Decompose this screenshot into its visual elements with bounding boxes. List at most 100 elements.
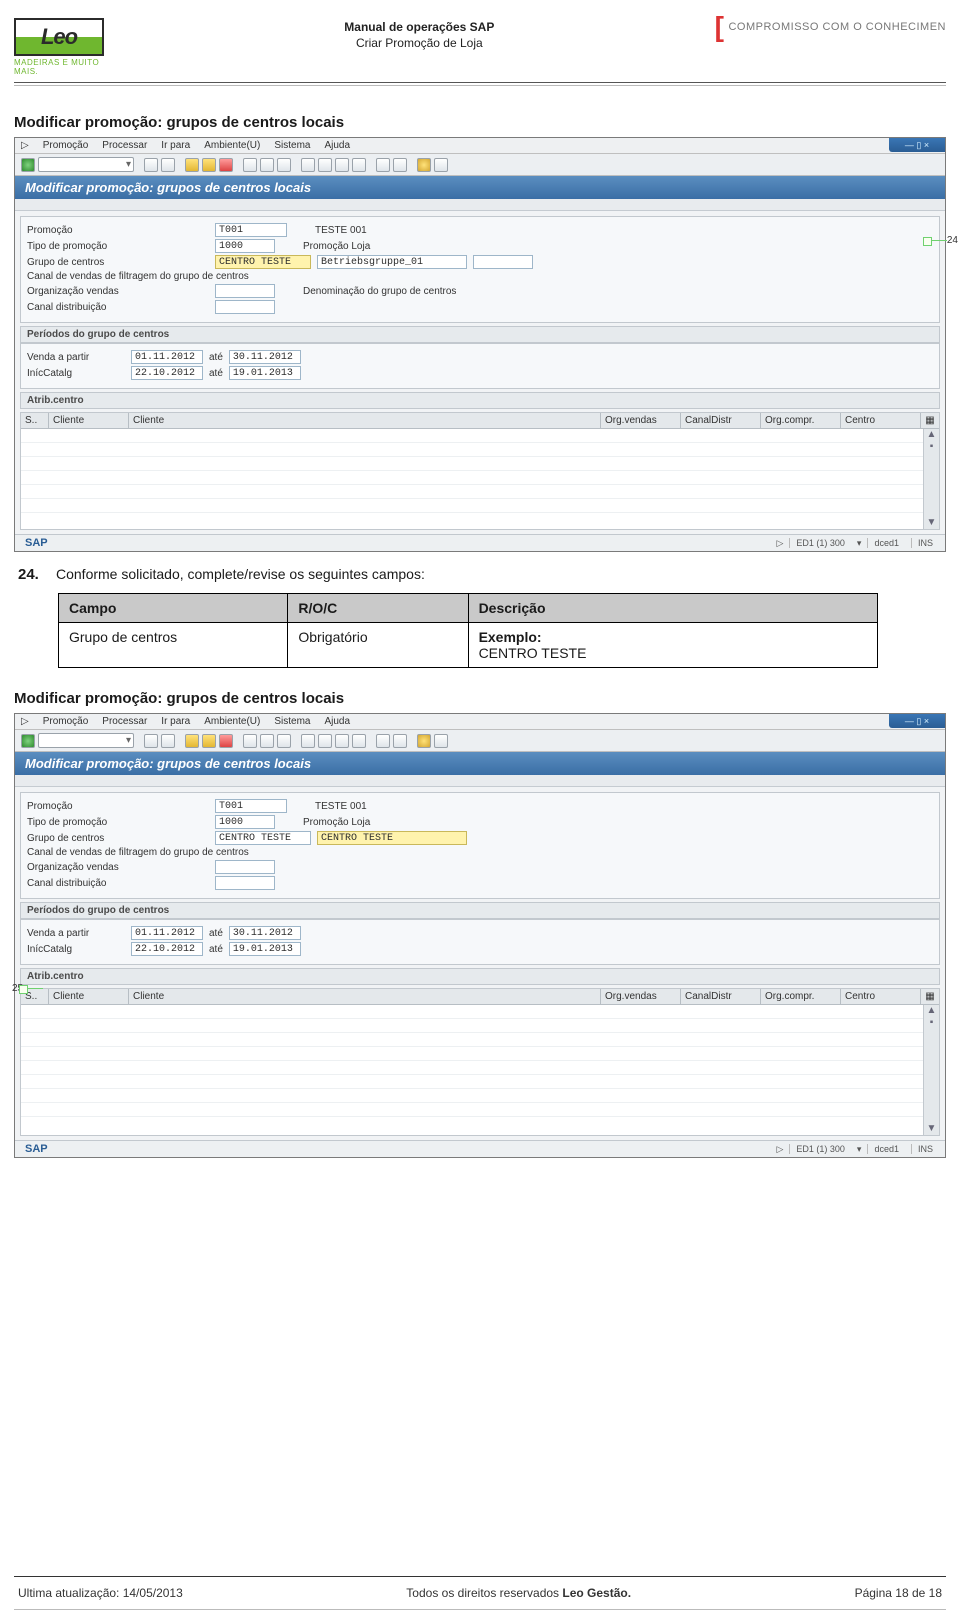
menu-ambiente[interactable]: Ambiente(U) <box>204 716 260 727</box>
prev-icon[interactable] <box>318 158 332 172</box>
settings-icon[interactable] <box>434 158 448 172</box>
layout-icon[interactable] <box>393 734 407 748</box>
tipo-field[interactable]: 1000 <box>215 815 275 829</box>
grupo-field[interactable]: CENTRO TESTE <box>215 831 311 845</box>
grid-col-cliente2[interactable]: Cliente <box>129 989 601 1004</box>
grid-col-s[interactable]: S.. <box>21 413 49 428</box>
menu-processar[interactable]: Processar <box>102 716 147 727</box>
command-field[interactable]: ▾ <box>38 733 134 748</box>
sap-logo-icon: SAP <box>25 1143 48 1155</box>
grid-col-cliente2[interactable]: Cliente <box>129 413 601 428</box>
settings-icon[interactable] <box>434 734 448 748</box>
print-icon[interactable] <box>243 734 257 748</box>
org-field[interactable] <box>215 860 275 874</box>
menu-promocao[interactable]: Promoção <box>43 140 89 151</box>
catlg-ate-field[interactable]: 19.01.2013 <box>229 366 301 380</box>
grid-col-centro[interactable]: Centro <box>841 413 921 428</box>
grupo-lookup-field[interactable] <box>473 255 533 269</box>
nav-cancel-icon[interactable] <box>219 734 233 748</box>
grid-header: Atrib.centro <box>20 392 940 409</box>
grid-col-org[interactable]: Org.vendas <box>601 413 681 428</box>
catlg-ate-field[interactable]: 19.01.2013 <box>229 942 301 956</box>
grid-body[interactable]: ▲▪▼ <box>21 429 939 529</box>
venda-de-field[interactable]: 01.11.2012 <box>131 926 203 940</box>
command-field[interactable]: ▾ <box>38 157 134 172</box>
window-controls[interactable]: — ▯ × <box>889 138 945 152</box>
ok-icon[interactable] <box>21 734 35 748</box>
nav-exit-icon[interactable] <box>202 734 216 748</box>
grid-body[interactable]: ▲▪▼ <box>21 1005 939 1135</box>
first-icon[interactable] <box>301 158 315 172</box>
venda-de-field[interactable]: 01.11.2012 <box>131 350 203 364</box>
save-icon[interactable] <box>161 158 175 172</box>
back-icon[interactable] <box>144 158 158 172</box>
next-icon[interactable] <box>335 734 349 748</box>
grid-col-orgcomp[interactable]: Org.compr. <box>761 989 841 1004</box>
org-field[interactable] <box>215 284 275 298</box>
find-icon[interactable] <box>260 734 274 748</box>
grid-col-org[interactable]: Org.vendas <box>601 989 681 1004</box>
menu-sistema[interactable]: Sistema <box>274 716 310 727</box>
help-icon[interactable] <box>417 158 431 172</box>
grid-col-orgcomp[interactable]: Org.compr. <box>761 413 841 428</box>
doc-title-line1: Manual de operações SAP <box>344 20 494 36</box>
dist-field[interactable] <box>215 300 275 314</box>
menu-ajuda[interactable]: Ajuda <box>324 140 350 151</box>
grid-config-icon[interactable]: ▦ <box>921 989 939 1004</box>
nav-back-icon[interactable] <box>185 158 199 172</box>
tipo-field[interactable]: 1000 <box>215 239 275 253</box>
ok-icon[interactable] <box>21 158 35 172</box>
findnext-icon[interactable] <box>277 158 291 172</box>
menu-ambiente[interactable]: Ambiente(U) <box>204 140 260 151</box>
grid-col-cliente1[interactable]: Cliente <box>49 989 129 1004</box>
grid-col-canal[interactable]: CanalDistr <box>681 413 761 428</box>
venda-label: Venda a partir <box>27 352 125 363</box>
menu-irpara[interactable]: Ir para <box>161 716 190 727</box>
nav-cancel-icon[interactable] <box>219 158 233 172</box>
find-icon[interactable] <box>260 158 274 172</box>
nav-back-icon[interactable] <box>185 734 199 748</box>
nav-exit-icon[interactable] <box>202 158 216 172</box>
catlg-de-field[interactable]: 22.10.2012 <box>131 366 203 380</box>
status-triangle-icon[interactable]: ▷ <box>776 1144 783 1155</box>
first-icon[interactable] <box>301 734 315 748</box>
venda-ate-field[interactable]: 30.11.2012 <box>229 926 301 940</box>
back-icon[interactable] <box>144 734 158 748</box>
tipo-label: Tipo de promoção <box>27 241 209 252</box>
venda-ate-field[interactable]: 30.11.2012 <box>229 350 301 364</box>
help-icon[interactable] <box>417 734 431 748</box>
status-triangle-icon[interactable]: ▷ <box>776 538 783 549</box>
menu-sistema[interactable]: Sistema <box>274 140 310 151</box>
grid-col-canal[interactable]: CanalDistr <box>681 989 761 1004</box>
last-icon[interactable] <box>352 158 366 172</box>
grid-col-s[interactable]: S.. <box>21 989 49 1004</box>
prev-icon[interactable] <box>318 734 332 748</box>
grupo-desc-field[interactable]: CENTRO TESTE <box>317 831 467 845</box>
promo-field[interactable]: T001 <box>215 223 287 237</box>
grid-col-cliente1[interactable]: Cliente <box>49 413 129 428</box>
menu-promocao[interactable]: Promoção <box>43 716 89 727</box>
layout-icon[interactable] <box>393 158 407 172</box>
sap-status-bar: SAP ▷ ED1 (1) 300 ▾ dced1 INS <box>15 534 945 551</box>
catlg-de-field[interactable]: 22.10.2012 <box>131 942 203 956</box>
findnext-icon[interactable] <box>277 734 291 748</box>
last-icon[interactable] <box>352 734 366 748</box>
menu-irpara[interactable]: Ir para <box>161 140 190 151</box>
grid-scrollbar[interactable]: ▲▪▼ <box>923 429 939 529</box>
window-controls[interactable]: — ▯ × <box>889 714 945 728</box>
promo-field[interactable]: T001 <box>215 799 287 813</box>
grid-col-centro[interactable]: Centro <box>841 989 921 1004</box>
next-icon[interactable] <box>335 158 349 172</box>
grupo-desc-field[interactable]: Betriebsgruppe_01 <box>317 255 467 269</box>
save-icon[interactable] <box>161 734 175 748</box>
print-icon[interactable] <box>243 158 257 172</box>
newsession-icon[interactable] <box>376 158 390 172</box>
denom-label: Denominação do grupo de centros <box>303 286 456 297</box>
newsession-icon[interactable] <box>376 734 390 748</box>
menu-processar[interactable]: Processar <box>102 140 147 151</box>
grid-scrollbar[interactable]: ▲▪▼ <box>923 1005 939 1135</box>
dist-field[interactable] <box>215 876 275 890</box>
menu-ajuda[interactable]: Ajuda <box>324 716 350 727</box>
grid-config-icon[interactable]: ▦ <box>921 413 939 428</box>
grupo-field[interactable]: CENTRO TESTE <box>215 255 311 269</box>
